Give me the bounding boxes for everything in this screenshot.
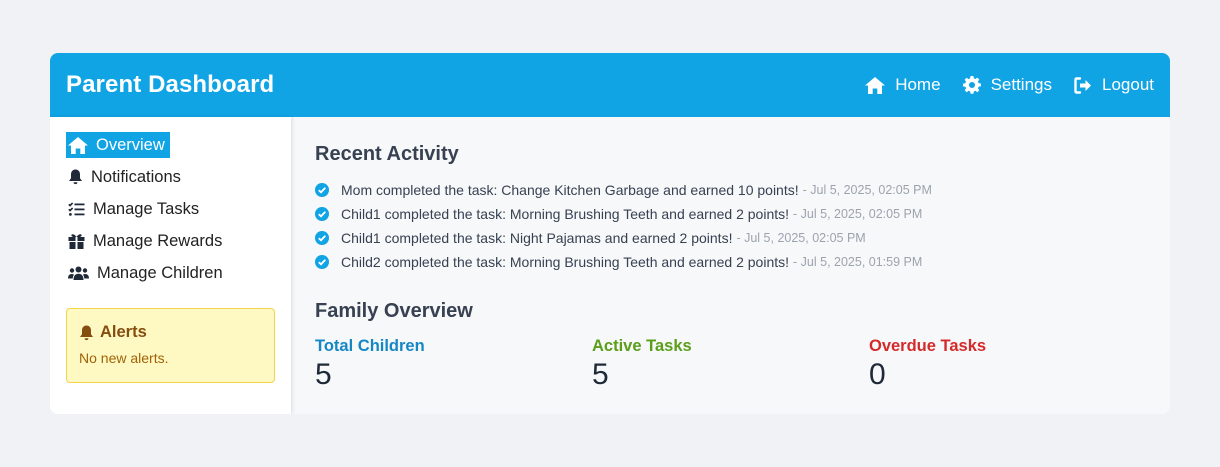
stat-active-tasks: Active Tasks 5 [592, 337, 869, 392]
sidebar-item-label: Manage Rewards [93, 231, 223, 250]
stat-value: 0 [869, 358, 886, 391]
alerts-box: Alerts No new alerts. [66, 308, 275, 383]
stat-overdue-tasks: Overdue Tasks 0 [869, 337, 1146, 392]
activity-timestamp: - Jul 5, 2025, 02:05 PM [802, 183, 932, 197]
activity-timestamp: - Jul 5, 2025, 02:05 PM [793, 207, 923, 221]
activity-item: Child1 completed the task: Night Pajamas… [315, 226, 1146, 250]
nav-settings-link[interactable]: Settings [962, 75, 1052, 95]
nav-settings-label: Settings [990, 75, 1052, 94]
page-title: Parent Dashboard [66, 71, 275, 98]
activity-item: Child1 completed the task: Morning Brush… [315, 202, 1146, 226]
stat-value: 5 [315, 358, 332, 391]
stat-value: 5 [592, 358, 609, 391]
nav-logout-label: Logout [1102, 75, 1154, 94]
family-overview-title: Family Overview [315, 300, 473, 322]
stat-label: Overdue Tasks [869, 337, 987, 355]
nav-logout-link[interactable]: Logout [1074, 75, 1154, 95]
recent-activity-title: Recent Activity [315, 143, 459, 165]
nav-home-label: Home [895, 75, 941, 94]
sidebar-item-manage-children[interactable]: Manage Children [66, 260, 275, 286]
check-circle-icon [315, 183, 329, 197]
sidebar-item-manage-tasks[interactable]: Manage Tasks [66, 196, 275, 222]
users-icon [68, 266, 89, 280]
sidebar-item-label: Manage Children [97, 263, 223, 282]
home-icon [68, 136, 88, 154]
stat-label: Active Tasks [592, 337, 692, 355]
activity-text: Mom completed the task: Change Kitchen G… [341, 182, 799, 198]
activity-timestamp: - Jul 5, 2025, 02:05 PM [736, 231, 866, 245]
home-icon [865, 76, 886, 94]
check-circle-icon [315, 231, 329, 245]
activity-item: Child2 completed the task: Morning Brush… [315, 250, 1146, 274]
activity-text: Child1 completed the task: Morning Brush… [341, 206, 790, 222]
activity-item: Mom completed the task: Change Kitchen G… [315, 178, 1146, 202]
dashboard-card: Parent Dashboard Home Settings Logout Ov… [50, 53, 1170, 414]
sidebar-item-label: Overview [96, 135, 165, 154]
sidebar-item-manage-rewards[interactable]: Manage Rewards [66, 228, 275, 254]
checklist-icon [68, 201, 85, 216]
header-bar: Parent Dashboard Home Settings Logout [50, 53, 1170, 117]
nav-home-link[interactable]: Home [865, 75, 941, 95]
sidebar: Overview Notifications Manage Tasks Mana… [50, 117, 291, 414]
gift-icon [68, 234, 85, 249]
stat-label: Total Children [315, 337, 425, 355]
alerts-title: Alerts [100, 323, 147, 341]
sidebar-item-notifications[interactable]: Notifications [66, 164, 275, 190]
logout-icon [1074, 76, 1091, 94]
activity-list: Mom completed the task: Change Kitchen G… [315, 178, 1146, 274]
bell-icon [69, 169, 82, 185]
gear-icon [962, 76, 981, 94]
activity-timestamp: - Jul 5, 2025, 01:59 PM [793, 255, 923, 269]
alerts-message: No new alerts. [79, 350, 169, 366]
bell-icon [80, 325, 93, 340]
activity-text: Child2 completed the task: Morning Brush… [341, 254, 790, 270]
check-circle-icon [315, 207, 329, 221]
top-nav: Home Settings Logout [865, 75, 1154, 95]
sidebar-item-label: Manage Tasks [93, 199, 200, 218]
check-circle-icon [315, 255, 329, 269]
activity-text: Child1 completed the task: Night Pajamas… [341, 230, 733, 246]
stats-row: Total Children 5 Active Tasks 5 Overdue … [315, 337, 1146, 392]
sidebar-item-overview[interactable]: Overview [66, 132, 170, 158]
sidebar-item-label: Notifications [91, 167, 181, 186]
stat-total-children: Total Children 5 [315, 337, 592, 392]
main-content: Recent Activity Mom completed the task: … [291, 117, 1170, 414]
alerts-heading: Alerts [79, 323, 262, 342]
